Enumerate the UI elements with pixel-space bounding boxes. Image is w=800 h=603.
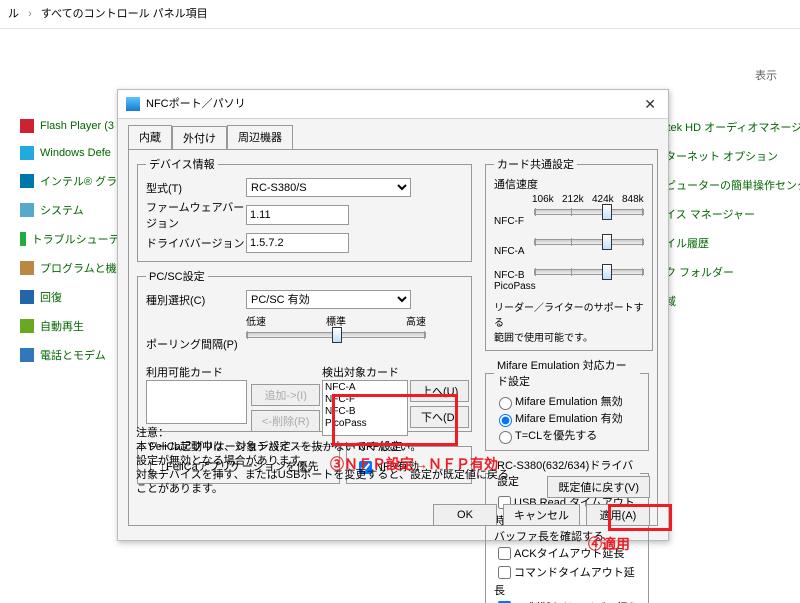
cp-item[interactable]: プログラムと機能 [20, 260, 130, 276]
cp-item[interactable]: トラブルシューティ [20, 231, 130, 247]
bc-sep: › [22, 8, 38, 20]
speed-std: 標準 [326, 313, 346, 328]
card-note: リーダー／ライターのサポートする 範囲で使用可能です。 [494, 299, 644, 344]
speed-high: 高速 [406, 313, 426, 328]
cancel-button[interactable]: キャンセル [503, 504, 580, 526]
breadcrumb: ル › すべてのコントロール パネル項目 [0, 0, 800, 29]
cp-link[interactable]: ltek HD オーディオマネージャ [665, 119, 800, 135]
cp-item[interactable]: ピューターの簡単操作センター [665, 177, 800, 193]
mifare-r1[interactable]: Mifare Emulation 無効 [494, 396, 623, 408]
cp-item[interactable]: インテル® グラフ [20, 173, 130, 189]
model-label: 型式(T) [146, 180, 246, 196]
card-speed-slider[interactable] [534, 237, 644, 265]
speed-low: 低速 [246, 313, 266, 328]
cp-icon [20, 146, 34, 160]
poll-label: ポーリング間隔(P) [146, 336, 246, 352]
mifare-r2[interactable]: Mifare Emulation 有効 [494, 413, 623, 425]
cp-item[interactable]: 電話とモデム [20, 347, 130, 363]
cp-item[interactable]: イス マネージャー [665, 206, 800, 222]
det-label: 検出対象カード [322, 364, 408, 380]
cp-icon [20, 290, 34, 304]
card-row-label: NFC-B PicoPass [494, 270, 534, 292]
drv-c3[interactable]: コマンドタイムアウト延長 [494, 567, 635, 598]
card-speed-slider[interactable] [534, 207, 644, 235]
card-common-group: カード共通設定 通信速度 106k212k424k848k NFC-FNFC-A… [485, 156, 653, 351]
card-row-label: NFC-A [494, 246, 534, 257]
cp-icon [20, 119, 34, 133]
fw-field [246, 205, 349, 225]
cp-link[interactable]: システム [40, 202, 84, 218]
cp-icon [20, 261, 34, 275]
pcsc-sel-select[interactable]: PC/SC 有効 [246, 290, 411, 309]
card-speed-label: 通信速度 [494, 176, 644, 192]
app-icon [126, 97, 140, 111]
cp-item[interactable]: 回復 [20, 289, 130, 305]
tab-peripheral[interactable]: 周辺機器 [227, 125, 293, 149]
cp-link[interactable]: 自動再生 [40, 318, 84, 334]
annotation-nfp: ③ＮＦＰ設定→ＮＦＰ有効 [330, 454, 498, 474]
tab-external[interactable]: 外付け [172, 126, 227, 150]
card-legend: カード共通設定 [494, 156, 577, 172]
view-menu[interactable]: 表示 [755, 67, 795, 83]
device-info-group: デバイス情報 型式(T) RC-S380/S ファームウェアバージョン ドライバ… [137, 156, 472, 262]
card-row-label: NFC-F [494, 216, 534, 227]
cp-icon [20, 203, 34, 217]
cp-item[interactable]: 自動再生 [20, 318, 130, 334]
drv-field [246, 233, 349, 253]
add-button[interactable]: 追加->(I) [251, 384, 320, 406]
cp-link[interactable]: ターネット オプション [665, 148, 778, 164]
cp-item[interactable]: ターネット オプション [665, 148, 800, 164]
cp-link[interactable]: イス マネージャー [665, 206, 755, 222]
cp-item[interactable]: システム [20, 202, 130, 218]
cp-link[interactable]: プログラムと機能 [40, 260, 128, 276]
cp-item[interactable]: Flash Player (3 [20, 119, 130, 133]
bc-part: ル [8, 8, 19, 20]
cp-link[interactable]: トラブルシューティ [32, 231, 130, 247]
dialog-title: NFCポート／パソリ [146, 90, 246, 118]
pcsc-sel-label: 種別選択(C) [146, 292, 246, 308]
avail-label: 利用可能カード [146, 364, 247, 380]
cp-link[interactable]: イル履歴 [665, 235, 709, 251]
cp-link[interactable]: ピューターの簡単操作センター [665, 177, 800, 193]
defaults-button[interactable]: 既定値に戻す(V) [547, 476, 650, 498]
tab-internal[interactable]: 内蔵 [128, 125, 172, 149]
cp-item[interactable]: イル履歴 [665, 235, 800, 251]
cp-link[interactable]: Windows Defe [40, 147, 111, 159]
device-info-legend: デバイス情報 [146, 156, 218, 172]
control-panel-items-right: ltek HD オーディオマネージャターネット オプションピューターの簡単操作セ… [665, 119, 800, 322]
cp-icon [20, 232, 26, 246]
annotation-apply: ④適用 [588, 534, 630, 554]
avail-listbox[interactable] [146, 380, 247, 424]
fw-label: ファームウェアバージョン [146, 199, 246, 231]
cp-item[interactable]: ltek HD オーディオマネージャ [665, 119, 800, 135]
cp-icon [20, 174, 34, 188]
cp-item[interactable]: Windows Defe [20, 146, 130, 160]
cp-link[interactable]: 電話とモデム [40, 347, 106, 363]
cp-item[interactable]: ク フォルダー [665, 264, 800, 280]
bc-part: すべてのコントロール パネル項目 [41, 8, 208, 20]
poll-slider[interactable] [246, 330, 426, 358]
highlight-apply [608, 504, 672, 531]
card-speed-slider[interactable] [534, 267, 644, 295]
cp-link[interactable]: Flash Player (3 [40, 120, 114, 132]
mifare-legend: Mifare Emulation 対応カード設定 [494, 357, 640, 389]
cp-link[interactable]: インテル® グラフ [40, 173, 128, 189]
highlight-nfp [332, 394, 458, 446]
cp-link[interactable]: 回復 [40, 289, 62, 305]
cp-icon [20, 319, 34, 333]
titlebar: NFCポート／パソリ ✕ [118, 90, 668, 119]
ok-button[interactable]: OK [433, 504, 497, 526]
cp-icon [20, 348, 34, 362]
control-panel-items-left: Flash Player (3 Windows Defe インテル® グラフシステム… [20, 119, 130, 376]
cp-link[interactable]: ク フォルダー [665, 264, 734, 280]
pcsc-legend: PC/SC設定 [146, 268, 208, 284]
cp-item[interactable]: 域 [665, 293, 800, 309]
drv-label: ドライババージョン [146, 235, 246, 251]
model-select[interactable]: RC-S380/S [246, 178, 411, 197]
close-icon[interactable]: ✕ [640, 90, 660, 118]
